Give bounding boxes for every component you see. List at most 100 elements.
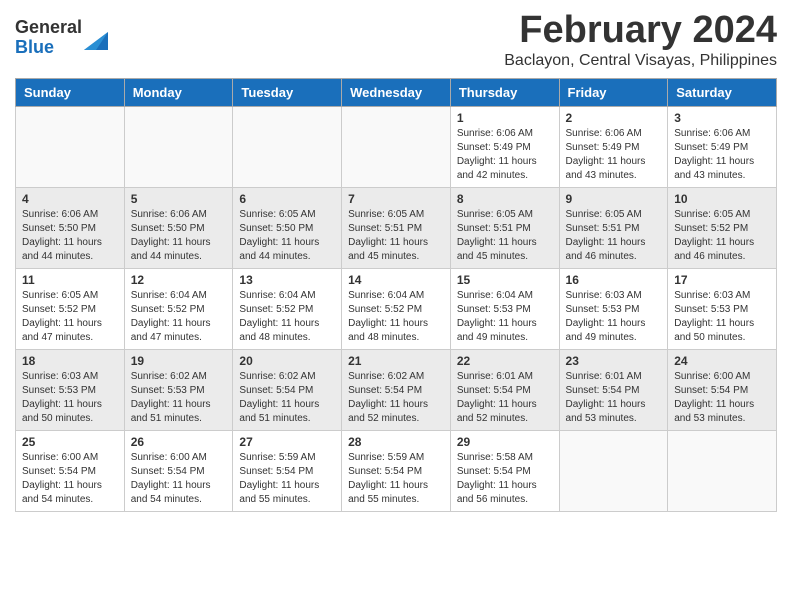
day-cell: 14 Sunrise: 6:04 AM Sunset: 5:52 PM Dayli… — [342, 268, 451, 349]
header-saturday: Saturday — [668, 78, 777, 106]
day-number: 19 — [131, 354, 227, 368]
day-number: 28 — [348, 435, 444, 449]
day-number: 14 — [348, 273, 444, 287]
day-cell: 5 Sunrise: 6:06 AM Sunset: 5:50 PM Daylig… — [124, 187, 233, 268]
day-cell: 9Sunrise: 6:05 AM Sunset: 5:51 PM Daylig… — [559, 187, 668, 268]
day-number: 23 — [566, 354, 662, 368]
day-number: 21 — [348, 354, 444, 368]
day-info: Sunrise: 6:00 AM Sunset: 5:54 PM Dayligh… — [674, 370, 770, 426]
day-cell — [233, 106, 342, 187]
day-number: 15 — [457, 273, 553, 287]
header-monday: Monday — [124, 78, 233, 106]
day-info: Sunrise: 6:06 AM Sunset: 5:50 PM Dayligh… — [22, 208, 118, 264]
day-cell: 10 Sunrise: 6:05 AM Sunset: 5:52 PM Dayli… — [668, 187, 777, 268]
calendar-table: SundayMondayTuesdayWednesdayThursdayFrid… — [15, 78, 777, 512]
day-info: Sunrise: 6:05 AM Sunset: 5:50 PM Dayligh… — [239, 208, 335, 264]
day-cell — [668, 430, 777, 511]
day-info: Sunrise: 6:04 AM Sunset: 5:52 PM Dayligh… — [239, 289, 335, 345]
week-row-4: 25Sunrise: 6:00 AM Sunset: 5:54 PM Dayli… — [16, 430, 777, 511]
day-cell: 21 Sunrise: 6:02 AM Sunset: 5:54 PM Dayli… — [342, 349, 451, 430]
month-title: February 2024 — [504, 10, 777, 52]
day-number: 22 — [457, 354, 553, 368]
day-number: 8 — [457, 192, 553, 206]
logo-blue-text: Blue — [15, 38, 82, 58]
day-info: Sunrise: 6:00 AM Sunset: 5:54 PM Dayligh… — [131, 451, 227, 507]
day-number: 11 — [22, 273, 118, 287]
header-tuesday: Tuesday — [233, 78, 342, 106]
day-number: 20 — [239, 354, 335, 368]
day-number: 17 — [674, 273, 770, 287]
day-info: Sunrise: 6:05 AM Sunset: 5:51 PM Dayligh… — [348, 208, 444, 264]
header-row: SundayMondayTuesdayWednesdayThursdayFrid… — [16, 78, 777, 106]
day-cell: 12Sunrise: 6:04 AM Sunset: 5:52 PM Dayli… — [124, 268, 233, 349]
day-info: Sunrise: 6:04 AM Sunset: 5:53 PM Dayligh… — [457, 289, 553, 345]
day-cell: 8 Sunrise: 6:05 AM Sunset: 5:51 PM Daylig… — [450, 187, 559, 268]
day-info: Sunrise: 6:02 AM Sunset: 5:54 PM Dayligh… — [348, 370, 444, 426]
day-number: 13 — [239, 273, 335, 287]
day-cell: 2 Sunrise: 6:06 AM Sunset: 5:49 PM Daylig… — [559, 106, 668, 187]
day-cell — [16, 106, 125, 187]
day-cell: 7Sunrise: 6:05 AM Sunset: 5:51 PM Daylig… — [342, 187, 451, 268]
day-info: Sunrise: 6:06 AM Sunset: 5:49 PM Dayligh… — [674, 127, 770, 183]
day-cell: 18 Sunrise: 6:03 AM Sunset: 5:53 PM Dayli… — [16, 349, 125, 430]
day-number: 27 — [239, 435, 335, 449]
day-info: Sunrise: 6:03 AM Sunset: 5:53 PM Dayligh… — [22, 370, 118, 426]
day-info: Sunrise: 6:04 AM Sunset: 5:52 PM Dayligh… — [348, 289, 444, 345]
day-cell: 13 Sunrise: 6:04 AM Sunset: 5:52 PM Dayli… — [233, 268, 342, 349]
header-sunday: Sunday — [16, 78, 125, 106]
day-info: Sunrise: 6:03 AM Sunset: 5:53 PM Dayligh… — [674, 289, 770, 345]
day-info: Sunrise: 5:59 AM Sunset: 5:54 PM Dayligh… — [348, 451, 444, 507]
day-info: Sunrise: 5:58 AM Sunset: 5:54 PM Dayligh… — [457, 451, 553, 507]
day-number: 18 — [22, 354, 118, 368]
day-cell: 11Sunrise: 6:05 AM Sunset: 5:52 PM Dayli… — [16, 268, 125, 349]
day-cell — [124, 106, 233, 187]
day-number: 5 — [131, 192, 227, 206]
week-row-3: 18 Sunrise: 6:03 AM Sunset: 5:53 PM Dayli… — [16, 349, 777, 430]
day-number: 24 — [674, 354, 770, 368]
day-number: 2 — [566, 111, 662, 125]
week-row-1: 4 Sunrise: 6:06 AM Sunset: 5:50 PM Daylig… — [16, 187, 777, 268]
day-cell: 6 Sunrise: 6:05 AM Sunset: 5:50 PM Daylig… — [233, 187, 342, 268]
day-cell: 25Sunrise: 6:00 AM Sunset: 5:54 PM Dayli… — [16, 430, 125, 511]
day-cell: 22 Sunrise: 6:01 AM Sunset: 5:54 PM Dayli… — [450, 349, 559, 430]
week-row-0: 1Sunrise: 6:06 AM Sunset: 5:49 PM Daylig… — [16, 106, 777, 187]
day-number: 29 — [457, 435, 553, 449]
day-cell: 15 Sunrise: 6:04 AM Sunset: 5:53 PM Dayli… — [450, 268, 559, 349]
logo: General Blue — [15, 18, 108, 58]
day-cell: 27 Sunrise: 5:59 AM Sunset: 5:54 PM Dayli… — [233, 430, 342, 511]
day-number: 10 — [674, 192, 770, 206]
header-wednesday: Wednesday — [342, 78, 451, 106]
day-cell: 16 Sunrise: 6:03 AM Sunset: 5:53 PM Dayli… — [559, 268, 668, 349]
day-info: Sunrise: 6:06 AM Sunset: 5:50 PM Dayligh… — [131, 208, 227, 264]
day-number: 4 — [22, 192, 118, 206]
day-cell: 26 Sunrise: 6:00 AM Sunset: 5:54 PM Dayli… — [124, 430, 233, 511]
day-cell — [342, 106, 451, 187]
day-info: Sunrise: 5:59 AM Sunset: 5:54 PM Dayligh… — [239, 451, 335, 507]
day-number: 9 — [566, 192, 662, 206]
day-info: Sunrise: 6:06 AM Sunset: 5:49 PM Dayligh… — [566, 127, 662, 183]
day-info: Sunrise: 6:00 AM Sunset: 5:54 PM Dayligh… — [22, 451, 118, 507]
day-number: 26 — [131, 435, 227, 449]
day-info: Sunrise: 6:05 AM Sunset: 5:52 PM Dayligh… — [674, 208, 770, 264]
header-friday: Friday — [559, 78, 668, 106]
day-info: Sunrise: 6:06 AM Sunset: 5:49 PM Dayligh… — [457, 127, 553, 183]
day-cell: 19Sunrise: 6:02 AM Sunset: 5:53 PM Dayli… — [124, 349, 233, 430]
day-info: Sunrise: 6:02 AM Sunset: 5:54 PM Dayligh… — [239, 370, 335, 426]
title-section: February 2024 Baclayon, Central Visayas,… — [504, 10, 777, 70]
day-cell: 24 Sunrise: 6:00 AM Sunset: 5:54 PM Dayli… — [668, 349, 777, 430]
logo-general-text: General — [15, 18, 82, 38]
week-row-2: 11Sunrise: 6:05 AM Sunset: 5:52 PM Dayli… — [16, 268, 777, 349]
day-cell: 29 Sunrise: 5:58 AM Sunset: 5:54 PM Dayli… — [450, 430, 559, 511]
day-number: 16 — [566, 273, 662, 287]
day-cell: 17 Sunrise: 6:03 AM Sunset: 5:53 PM Dayli… — [668, 268, 777, 349]
day-info: Sunrise: 6:01 AM Sunset: 5:54 PM Dayligh… — [457, 370, 553, 426]
day-number: 3 — [674, 111, 770, 125]
day-cell: 28 Sunrise: 5:59 AM Sunset: 5:54 PM Dayli… — [342, 430, 451, 511]
location-title: Baclayon, Central Visayas, Philippines — [504, 52, 777, 70]
day-cell: 23Sunrise: 6:01 AM Sunset: 5:54 PM Dayli… — [559, 349, 668, 430]
day-info: Sunrise: 6:05 AM Sunset: 5:51 PM Dayligh… — [457, 208, 553, 264]
logo-icon — [84, 22, 108, 50]
day-info: Sunrise: 6:03 AM Sunset: 5:53 PM Dayligh… — [566, 289, 662, 345]
day-number: 12 — [131, 273, 227, 287]
day-number: 6 — [239, 192, 335, 206]
